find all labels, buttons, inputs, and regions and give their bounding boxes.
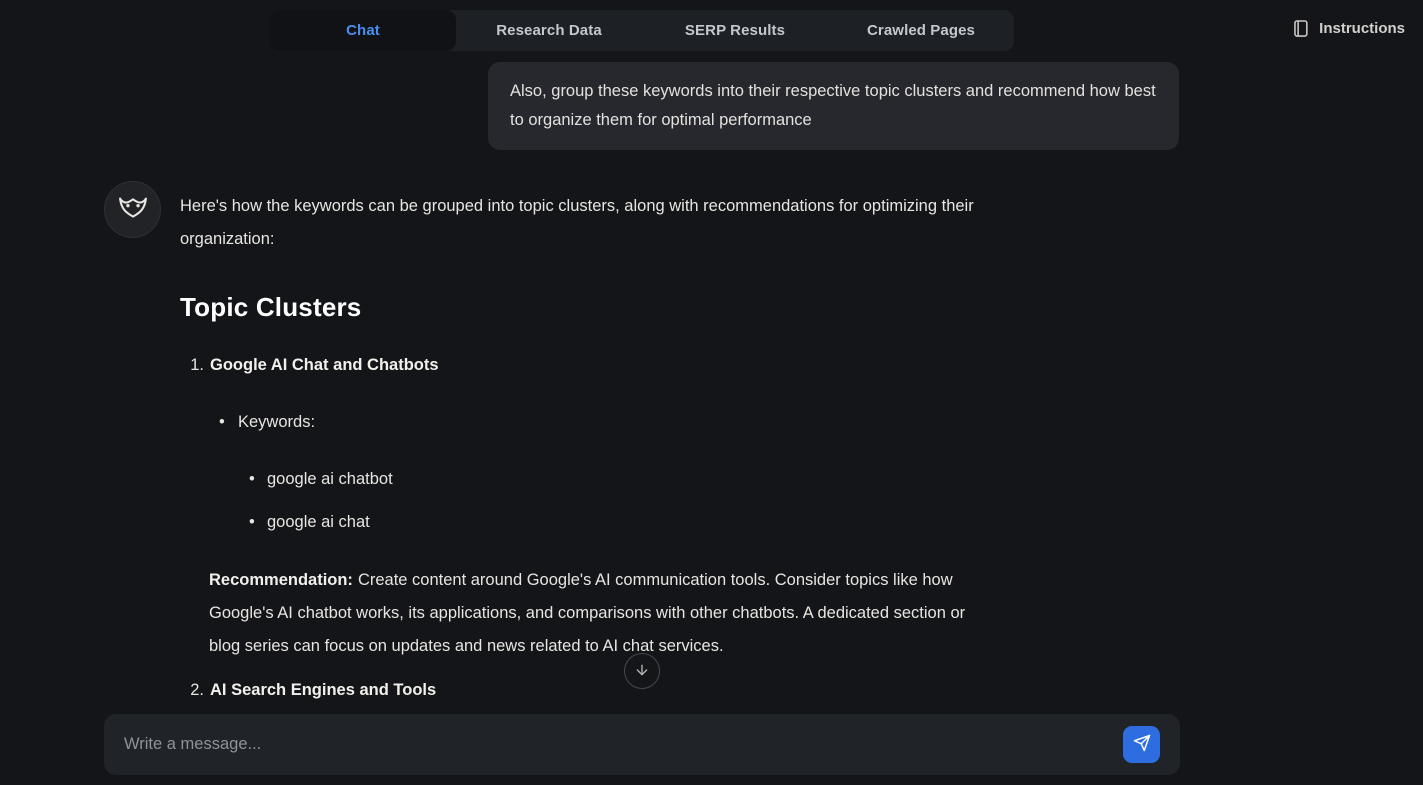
instructions-button[interactable]: Instructions [1291,19,1405,38]
keyword-item: google ai chat [180,506,1000,539]
topic-clusters-heading: Topic Clusters [180,289,1000,325]
message-composer [104,714,1180,775]
instructions-label: Instructions [1319,20,1405,37]
tab-chat[interactable]: Chat [270,10,456,51]
cluster-2-title: AI Search Engines and Tools [210,674,436,707]
cluster-item-1: 1. Google AI Chat and Chatbots [180,349,1000,382]
cluster-1-number: 1. [190,349,204,382]
cluster-1-title: Google AI Chat and Chatbots [210,349,439,382]
cluster-2-number: 2. [190,674,204,707]
keywords-label-item: Keywords: [180,406,1000,439]
assistant-message: Here's how the keywords can be grouped i… [180,190,1000,707]
recommendation-label: Recommendation: [209,571,353,589]
owl-logo-icon [115,189,151,230]
arrow-down-icon [634,662,650,681]
tab-crawled-pages[interactable]: Crawled Pages [828,10,1014,51]
scroll-to-bottom-button[interactable] [624,653,660,689]
notebook-icon [1291,19,1310,38]
send-button[interactable] [1123,726,1160,763]
chat-tabbar: Chat Research Data SERP Results Crawled … [270,10,1014,51]
assistant-intro-text: Here's how the keywords can be grouped i… [180,190,1000,256]
user-message-bubble: Also, group these keywords into their re… [488,62,1179,150]
assistant-avatar [104,181,161,238]
keyword-item: google ai chatbot [180,463,1000,496]
message-input[interactable] [124,735,1111,754]
tab-serp-results[interactable]: SERP Results [642,10,828,51]
cluster-item-2: 2. AI Search Engines and Tools [180,674,1000,707]
paper-plane-icon [1133,734,1151,755]
chat-page: { "colors": { "accent_blue": "#4a8ff0", … [0,0,1423,785]
tab-research-data[interactable]: Research Data [456,10,642,51]
recommendation-paragraph: Recommendation:Create content around Goo… [180,564,1000,663]
